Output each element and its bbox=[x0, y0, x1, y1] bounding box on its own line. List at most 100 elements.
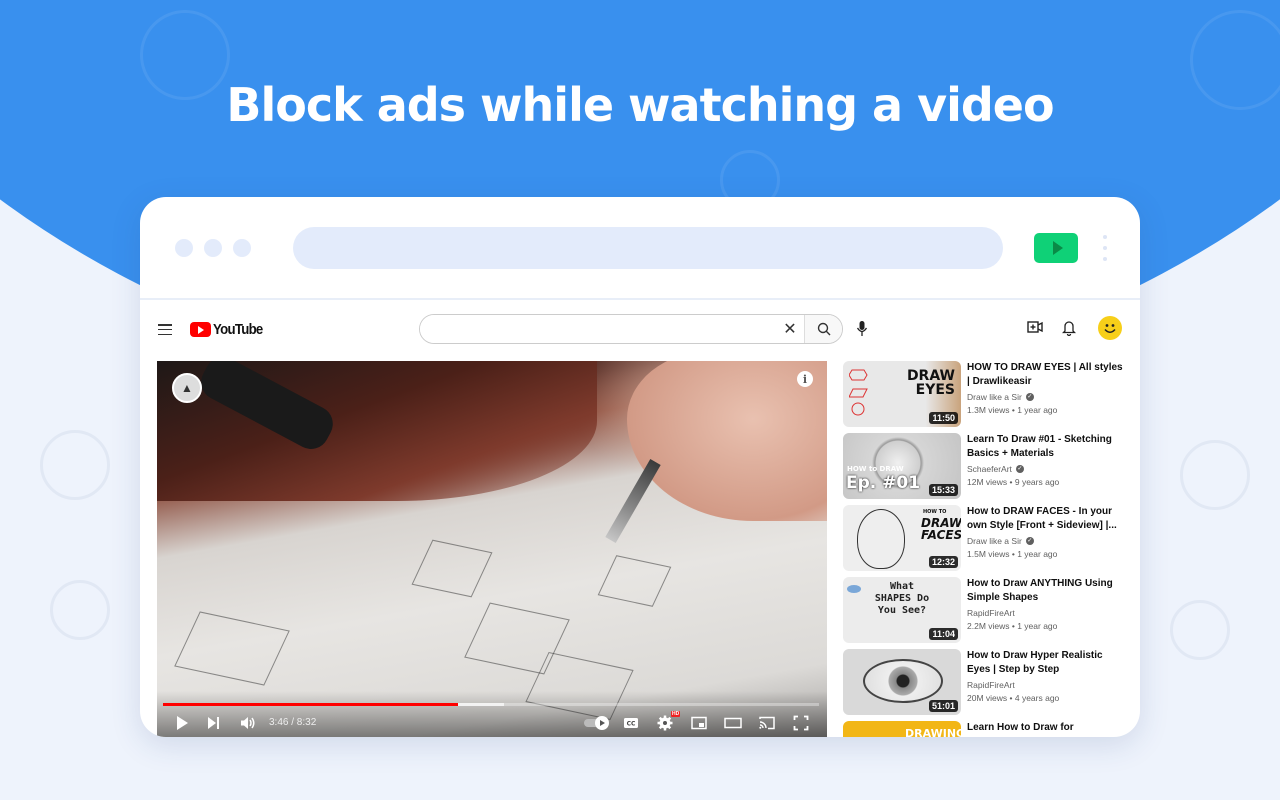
youtube-play-icon bbox=[190, 322, 211, 337]
channel-name[interactable]: RapidFireArt bbox=[967, 680, 1015, 690]
thumbnail-text: What SHAPES Do You See? bbox=[874, 581, 930, 616]
notifications-bell-icon[interactable] bbox=[1062, 319, 1076, 336]
thumbnail-art bbox=[847, 585, 861, 593]
sketch-box bbox=[411, 539, 493, 598]
video-title[interactable]: How to DRAW FACES - In your own Style [F… bbox=[967, 505, 1127, 533]
verified-check-icon: ✓ bbox=[1025, 537, 1034, 545]
video-title[interactable]: How to Draw Hyper Realistic Eyes | Step … bbox=[967, 649, 1127, 677]
doodle-decoration bbox=[1170, 600, 1230, 660]
next-icon[interactable] bbox=[207, 715, 221, 731]
progress-bar[interactable] bbox=[163, 703, 819, 706]
verified-check-icon: ✓ bbox=[1015, 465, 1024, 473]
recommendation-item[interactable]: 51:01 How to Draw Hyper Realistic Eyes |… bbox=[843, 649, 1133, 715]
video-duration: 15:33 bbox=[928, 484, 958, 496]
time-display: 3:46 / 8:32 bbox=[269, 717, 317, 728]
search-button[interactable] bbox=[804, 315, 842, 343]
player-controls: 3:46 / 8:32 CC HD bbox=[157, 691, 827, 737]
video-thumbnail[interactable]: DRAW EYES 11:50 bbox=[843, 361, 961, 427]
played-bar bbox=[163, 703, 459, 706]
upload-age: 4 years ago bbox=[1014, 693, 1060, 703]
video-duration: 12:32 bbox=[928, 556, 958, 568]
sketch-box bbox=[597, 555, 672, 607]
channel-name[interactable]: RapidFireArt bbox=[967, 608, 1015, 618]
sketch-box bbox=[174, 611, 290, 686]
channel-name[interactable]: SchaeferArt bbox=[967, 464, 1012, 474]
autoplay-toggle[interactable] bbox=[583, 715, 611, 731]
video-thumbnail[interactable]: HOW to DRAW Ep. #01 15:33 bbox=[843, 433, 961, 499]
youtube-wordmark: YouTube bbox=[213, 321, 263, 338]
volume-icon[interactable] bbox=[240, 715, 256, 731]
doodle-decoration bbox=[50, 580, 110, 640]
settings-gear-icon[interactable] bbox=[657, 715, 673, 731]
recommendation-item[interactable]: HOW TO DRAW FACES 12:32 How to DRAW FACE… bbox=[843, 505, 1133, 571]
doodle-decoration bbox=[40, 430, 110, 500]
view-count: 1.3M views bbox=[967, 405, 1010, 415]
youtube-logo[interactable]: YouTube bbox=[190, 321, 269, 338]
play-icon[interactable] bbox=[175, 715, 189, 731]
captions-icon[interactable]: CC bbox=[623, 715, 639, 731]
video-thumbnail[interactable]: DRAWING bbox=[843, 721, 961, 737]
channel-watermark[interactable]: ▲ bbox=[172, 373, 202, 403]
search-icon bbox=[817, 322, 830, 336]
recommendation-item[interactable]: DRAWING Learn How to Draw for bbox=[843, 721, 1133, 737]
video-title[interactable]: Learn How to Draw for bbox=[967, 721, 1127, 735]
window-dot[interactable] bbox=[204, 239, 222, 257]
browser-toolbar bbox=[140, 197, 1140, 300]
upload-age: 1 year ago bbox=[1017, 621, 1058, 631]
channel-name[interactable]: Draw like a Sir bbox=[967, 392, 1022, 402]
browser-window: YouTube ✕ ▲ i 3:46 / 8:32 CC HD DRAW EYE… bbox=[140, 197, 1140, 737]
window-dot[interactable] bbox=[233, 239, 251, 257]
video-thumbnail[interactable]: What SHAPES Do You See? 11:04 bbox=[843, 577, 961, 643]
video-player[interactable]: ▲ i 3:46 / 8:32 CC HD bbox=[157, 361, 827, 737]
view-count: 12M views bbox=[967, 477, 1008, 487]
info-icon[interactable]: i bbox=[797, 371, 813, 387]
view-count: 1.5M views bbox=[967, 549, 1010, 559]
fullscreen-icon[interactable] bbox=[793, 715, 809, 731]
channel-name[interactable]: Draw like a Sir bbox=[967, 536, 1022, 546]
upload-age: 9 years ago bbox=[1014, 477, 1060, 487]
create-video-icon[interactable] bbox=[1027, 319, 1043, 335]
avatar-smiley[interactable] bbox=[1098, 316, 1122, 340]
view-count: 2.2M views bbox=[967, 621, 1010, 631]
video-thumbnail[interactable]: HOW TO DRAW FACES 12:32 bbox=[843, 505, 961, 571]
menu-icon[interactable] bbox=[158, 324, 172, 335]
thumbnail-text: DRAWING bbox=[905, 727, 961, 737]
headline: Block ads while watching a video bbox=[226, 78, 1054, 132]
svg-text:CC: CC bbox=[627, 721, 636, 728]
window-dot[interactable] bbox=[175, 239, 193, 257]
miniplayer-icon[interactable] bbox=[691, 715, 707, 731]
search-input[interactable] bbox=[420, 315, 776, 343]
thumbnail-art bbox=[863, 659, 943, 703]
video-frame-content bbox=[605, 459, 661, 543]
mic-icon[interactable] bbox=[856, 320, 868, 338]
theater-mode-icon[interactable] bbox=[724, 715, 742, 731]
video-thumbnail[interactable]: 51:01 bbox=[843, 649, 961, 715]
play-icon bbox=[1052, 241, 1063, 255]
cast-icon[interactable] bbox=[758, 715, 776, 731]
video-title[interactable]: HOW TO DRAW EYES | All styles | Drawlike… bbox=[967, 361, 1127, 389]
view-count: 20M views bbox=[967, 693, 1008, 703]
video-title[interactable]: How to Draw ANYTHING Using Simple Shapes bbox=[967, 577, 1127, 605]
doodle-decoration bbox=[1180, 440, 1250, 510]
video-duration: 11:04 bbox=[929, 628, 958, 640]
thumbnail-art bbox=[848, 367, 869, 427]
recommendation-item[interactable]: What SHAPES Do You See? 11:04 How to Dra… bbox=[843, 577, 1133, 643]
video-duration: 51:01 bbox=[928, 700, 958, 712]
upload-age: 1 year ago bbox=[1017, 549, 1058, 559]
recommendations-sidebar: DRAW EYES 11:50 HOW TO DRAW EYES | All s… bbox=[843, 361, 1133, 737]
verified-check-icon: ✓ bbox=[1025, 393, 1034, 401]
search-box: ✕ bbox=[419, 314, 843, 344]
address-bar[interactable] bbox=[293, 227, 1003, 269]
adblock-extension-button[interactable] bbox=[1034, 233, 1078, 263]
video-frame-content bbox=[627, 361, 827, 521]
youtube-header: YouTube ✕ bbox=[140, 302, 1140, 358]
kebab-menu-icon[interactable] bbox=[1102, 235, 1108, 261]
video-duration: 11:50 bbox=[929, 412, 958, 424]
hd-badge: HD bbox=[671, 711, 681, 717]
clear-icon[interactable]: ✕ bbox=[776, 315, 804, 343]
recommendation-item[interactable]: DRAW EYES 11:50 HOW TO DRAW EYES | All s… bbox=[843, 361, 1133, 427]
thumbnail-art bbox=[857, 509, 905, 569]
recommendation-item[interactable]: HOW to DRAW Ep. #01 15:33 Learn To Draw … bbox=[843, 433, 1133, 499]
upload-age: 1 year ago bbox=[1017, 405, 1058, 415]
video-title[interactable]: Learn To Draw #01 - Sketching Basics + M… bbox=[967, 433, 1127, 461]
